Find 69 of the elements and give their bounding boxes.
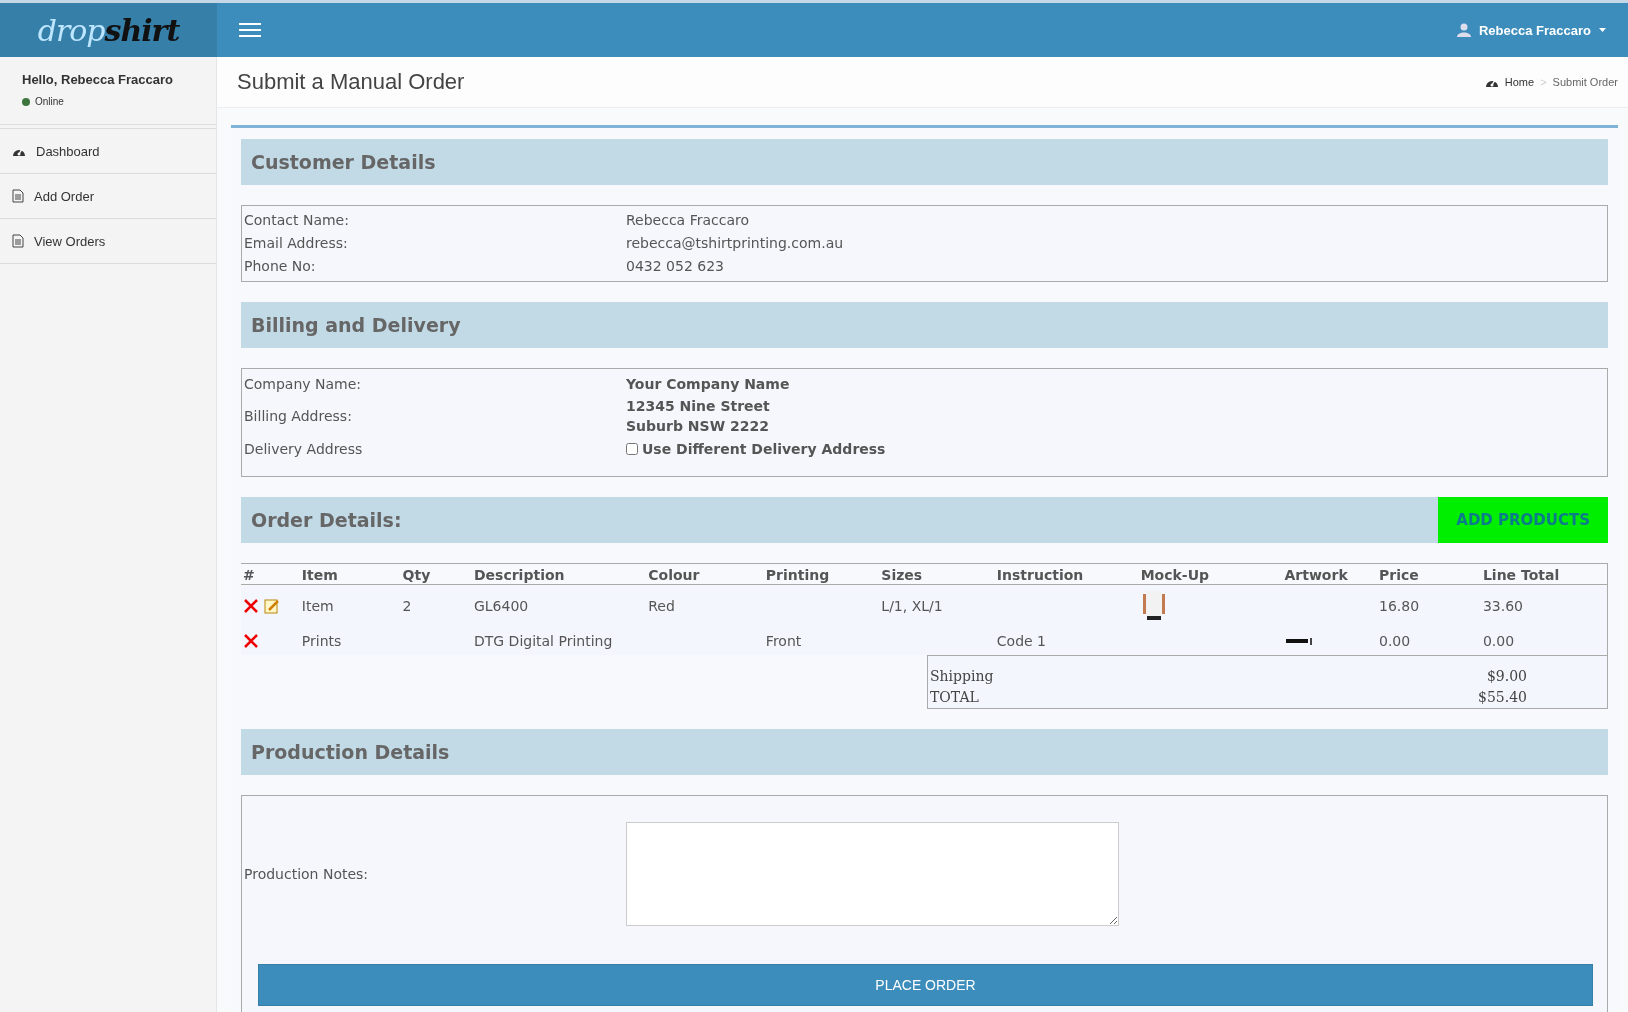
menu-icon[interactable]: [239, 22, 261, 38]
table-cell: L/1, XL/1: [881, 597, 943, 614]
table-cell: GL6400: [473, 597, 529, 614]
status-text: Online: [35, 96, 64, 107]
address-line: 12345 Nine Street: [626, 397, 771, 416]
column-header: Item: [299, 564, 401, 585]
breadcrumb-separator: >: [1540, 76, 1547, 88]
document-icon: [12, 189, 24, 203]
field-label: Production Notes:: [244, 866, 370, 882]
table-cell: Item: [301, 597, 334, 614]
section-title: Production Details: [251, 741, 450, 763]
total-label: TOTAL: [930, 688, 979, 707]
user-menu[interactable]: Rebecca Fraccaro: [1457, 22, 1606, 38]
nav-item[interactable]: Dashboard: [0, 129, 216, 174]
column-header: Line Total: [1480, 564, 1607, 585]
field-value: 0432 052 623: [626, 257, 725, 276]
logo[interactable]: dropshirt: [0, 3, 217, 57]
column-header: Sizes: [879, 564, 995, 585]
column-header: Qty: [400, 564, 472, 585]
table-cell: Red: [648, 597, 675, 614]
nav-item[interactable]: Add Order: [0, 174, 216, 219]
place-order-button[interactable]: PLACE ORDER: [258, 964, 1593, 1006]
field-label: Email Address:: [244, 234, 349, 253]
table-cell: 33.60: [1482, 597, 1523, 614]
field-value: rebecca@tshirtprinting.com.au: [626, 234, 845, 253]
checkbox-label: Use Different Delivery Address: [642, 440, 886, 459]
column-header: Colour: [646, 564, 764, 585]
table-cell: DTG Digital Printing: [473, 632, 613, 649]
field-label: Delivery Address: [244, 440, 364, 459]
total-label: Shipping: [930, 667, 994, 686]
table-cell: Prints: [301, 632, 342, 649]
checkbox[interactable]: [626, 443, 638, 455]
column-header: #: [241, 564, 300, 585]
breadcrumb-current: Submit Order: [1552, 76, 1618, 88]
total-value: $9.00: [1486, 667, 1527, 686]
document-icon: [12, 234, 24, 248]
delete-icon[interactable]: [243, 632, 259, 649]
table-cell: 0.00: [1482, 632, 1515, 649]
column-header: Printing: [763, 564, 880, 585]
field-label: Contact Name:: [244, 211, 350, 230]
field-label: Billing Address:: [244, 408, 353, 424]
address-line: Suburb NSW 2222: [626, 417, 770, 436]
field-label: Phone No:: [244, 257, 317, 276]
table-cell: 16.80: [1379, 597, 1420, 614]
page-title: Submit a Manual Order: [237, 69, 465, 95]
field-value: Your Company Name: [626, 375, 791, 394]
nav-item[interactable]: View Orders: [0, 219, 216, 264]
caret-icon: [1599, 28, 1606, 32]
field-value: Rebecca Fraccaro: [626, 211, 750, 230]
column-header: Mock-Up: [1138, 564, 1283, 585]
table-cell: Front: [765, 632, 802, 649]
table-cell: Code 1: [996, 632, 1046, 649]
column-header: Instruction: [994, 564, 1139, 585]
delete-icon[interactable]: [243, 597, 259, 614]
table-cell: 2: [402, 597, 412, 614]
breadcrumb-link[interactable]: Home: [1504, 76, 1535, 88]
section-title: Billing and Delivery: [251, 314, 461, 336]
field-label: Company Name:: [244, 375, 363, 394]
section-title: Order Details:: [251, 509, 402, 531]
table-cell: 0.00: [1379, 632, 1411, 649]
user-icon: [1457, 23, 1471, 37]
column-header: Artwork: [1282, 564, 1377, 585]
section-title: Customer Details: [251, 151, 436, 173]
column-header: Price: [1377, 564, 1481, 585]
edit-icon[interactable]: [264, 597, 280, 614]
greeting: Hello, Rebecca Fraccaro: [22, 72, 174, 87]
column-header: Description: [471, 564, 647, 585]
notes-field[interactable]: [626, 822, 1119, 926]
total-value: $55.40: [1478, 688, 1527, 707]
